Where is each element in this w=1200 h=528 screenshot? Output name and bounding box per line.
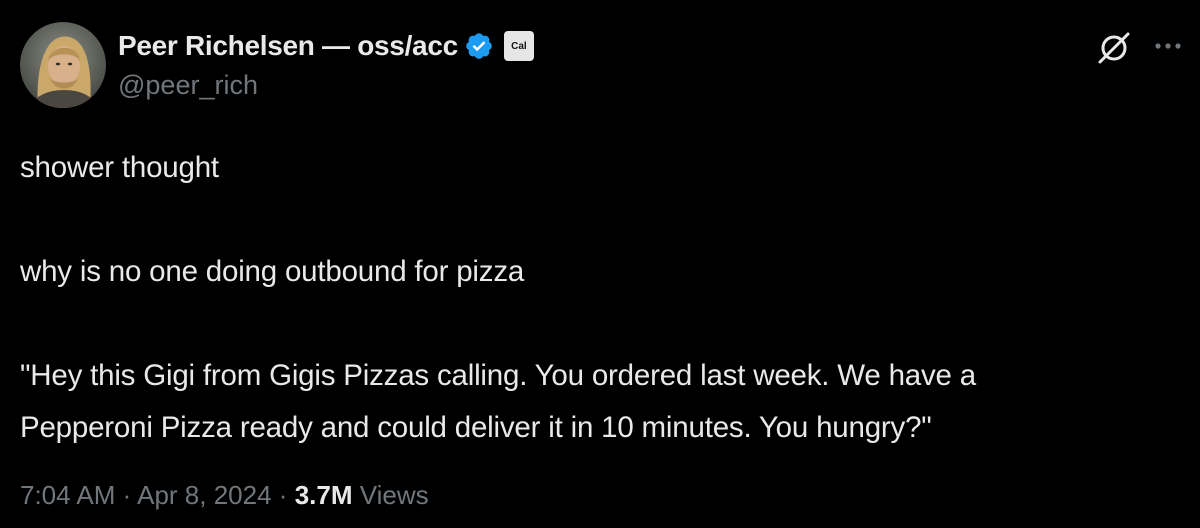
tweet-text: shower thought why is no one doing outbo… (20, 142, 1190, 454)
author-handle[interactable]: @peer_rich (118, 70, 258, 101)
tweet-paragraph: why is no one doing outbound for pizza (20, 255, 525, 288)
views-label[interactable]: Views (360, 480, 429, 510)
tweet-paragraph: Pepperoni Pizza ready and could deliver … (20, 411, 932, 444)
affiliate-badge[interactable]: Cal (503, 31, 534, 61)
verified-badge-icon[interactable] (464, 31, 494, 61)
meta-separator: · (122, 480, 132, 510)
tweet-date[interactable]: Apr 8, 2024 (137, 480, 271, 510)
tweet-card: Peer Richelsen — oss/acc Cal @peer_rich … (0, 0, 1200, 528)
views-count[interactable]: 3.7M (295, 480, 353, 510)
avatar-image (20, 22, 106, 108)
avatar[interactable] (20, 22, 106, 108)
author-name-row: Peer Richelsen — oss/acc Cal (118, 28, 534, 64)
meta-separator: · (278, 480, 288, 510)
tweet-meta: 7:04 AM · Apr 8, 2024 · 3.7M Views (20, 480, 429, 511)
author-display-name[interactable]: Peer Richelsen — oss/acc (118, 30, 458, 62)
tweet-paragraph: "Hey this Gigi from Gigis Pizzas calling… (20, 359, 976, 392)
grok-icon[interactable] (1094, 28, 1134, 68)
more-icon[interactable] (1148, 30, 1188, 62)
tweet-paragraph: shower thought (20, 151, 219, 184)
tweet-time[interactable]: 7:04 AM (20, 480, 115, 510)
